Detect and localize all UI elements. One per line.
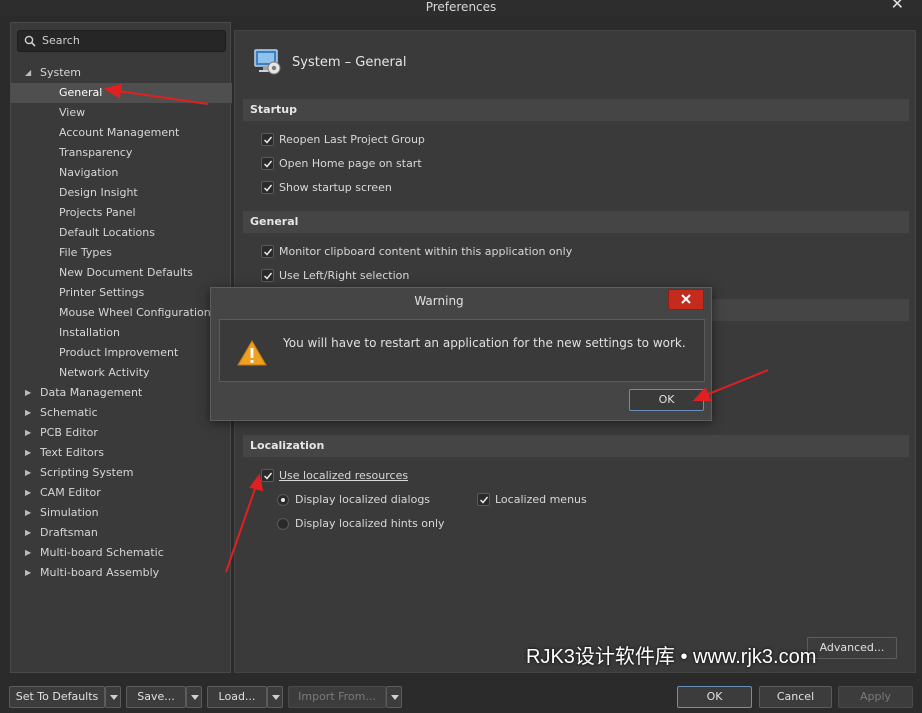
tree-item-system[interactable]: ◢ System bbox=[11, 63, 232, 83]
caret-right-icon: ▶ bbox=[25, 388, 32, 397]
import-from-dropdown[interactable] bbox=[386, 686, 402, 708]
save-dropdown[interactable] bbox=[186, 686, 202, 708]
save-button[interactable]: Save... bbox=[126, 686, 186, 708]
set-to-defaults-button[interactable]: Set To Defaults bbox=[9, 686, 105, 708]
cancel-button[interactable]: Cancel bbox=[759, 686, 832, 708]
set-to-defaults-dropdown[interactable] bbox=[105, 686, 121, 708]
caret-right-icon: ▶ bbox=[25, 448, 32, 457]
window-title: Preferences bbox=[425, 0, 497, 14]
load-dropdown[interactable] bbox=[267, 686, 283, 708]
tree-item-data-management[interactable]: ▶ Data Management bbox=[11, 383, 232, 403]
tree-item-product-improvement[interactable]: Product Improvement bbox=[11, 343, 232, 363]
search-icon bbox=[24, 35, 36, 47]
tree-item-transparency[interactable]: Transparency bbox=[11, 143, 232, 163]
watermark-text: RJK3设计软件库 • www.rjk3.com bbox=[526, 646, 817, 668]
tree-item-simulation[interactable]: ▶ Simulation bbox=[11, 503, 232, 523]
tree-item-text-editors[interactable]: ▶ Text Editors bbox=[11, 443, 232, 463]
checkmark-icon bbox=[479, 496, 489, 504]
caret-down-icon: ◢ bbox=[25, 68, 32, 77]
tree-item-file-types[interactable]: File Types bbox=[11, 243, 232, 263]
tree-item-printer-settings[interactable]: Printer Settings bbox=[11, 283, 232, 303]
radio-indicator bbox=[277, 518, 289, 530]
tree-item-pcb-editor[interactable]: ▶ PCB Editor bbox=[11, 423, 232, 443]
tree-item-design-insight[interactable]: Design Insight bbox=[11, 183, 232, 203]
tree-item-view[interactable]: View bbox=[11, 103, 232, 123]
tree-item-multi-board-assembly[interactable]: ▶ Multi-board Assembly bbox=[11, 563, 232, 583]
tree-item-new-document-defaults[interactable]: New Document Defaults bbox=[11, 263, 232, 283]
checkmark-icon bbox=[263, 136, 273, 144]
caret-right-icon: ▶ bbox=[25, 528, 32, 537]
tree-item-mouse-wheel-configuration[interactable]: Mouse Wheel Configuration bbox=[11, 303, 232, 323]
tree-item-draftsman[interactable]: ▶ Draftsman bbox=[11, 523, 232, 543]
caret-right-icon: ▶ bbox=[25, 428, 32, 437]
tree-item-installation[interactable]: Installation bbox=[11, 323, 232, 343]
advanced-button[interactable]: Advanced... bbox=[807, 637, 897, 659]
section-general: General bbox=[243, 211, 909, 233]
caret-right-icon: ▶ bbox=[25, 568, 32, 577]
tree-item-projects-panel[interactable]: Projects Panel bbox=[11, 203, 232, 223]
dialog-message: You will have to restart an application … bbox=[283, 336, 686, 350]
caret-right-icon: ▶ bbox=[25, 488, 32, 497]
preferences-tree-panel: Search ◢ System General View Account Mana… bbox=[10, 22, 232, 673]
tree-item-default-locations[interactable]: Default Locations bbox=[11, 223, 232, 243]
checkmark-icon bbox=[263, 160, 273, 168]
warning-dialog: Warning You will have to restart an appl… bbox=[210, 287, 712, 421]
caret-right-icon: ▶ bbox=[25, 468, 32, 477]
tree-item-schematic[interactable]: ▶ Schematic bbox=[11, 403, 232, 423]
window-close-icon[interactable]: ✕ bbox=[891, 0, 904, 12]
warning-icon bbox=[237, 340, 267, 366]
page-title: System – General bbox=[292, 55, 407, 70]
apply-button[interactable]: Apply bbox=[838, 686, 913, 708]
radio-indicator bbox=[277, 494, 289, 506]
section-localization: Localization bbox=[243, 435, 909, 457]
tree-item-navigation[interactable]: Navigation bbox=[11, 163, 232, 183]
checkmark-icon bbox=[263, 472, 273, 480]
system-monitor-icon bbox=[254, 49, 281, 75]
caret-right-icon: ▶ bbox=[25, 508, 32, 517]
import-from-button[interactable]: Import From... bbox=[288, 686, 386, 708]
tree-item-general[interactable]: General bbox=[11, 83, 232, 103]
caret-right-icon: ▶ bbox=[25, 548, 32, 557]
search-placeholder: Search bbox=[42, 34, 80, 47]
load-button[interactable]: Load... bbox=[207, 686, 267, 708]
tree-item-multi-board-schematic[interactable]: ▶ Multi-board Schematic bbox=[11, 543, 232, 563]
dialog-close-button[interactable] bbox=[668, 289, 704, 310]
tree-item-scripting-system[interactable]: ▶ Scripting System bbox=[11, 463, 232, 483]
tree-item-network-activity[interactable]: Network Activity bbox=[11, 363, 232, 383]
tree-item-cam-editor[interactable]: ▶ CAM Editor bbox=[11, 483, 232, 503]
dialog-body: You will have to restart an application … bbox=[219, 319, 705, 382]
search-input[interactable]: Search bbox=[17, 30, 226, 52]
caret-right-icon: ▶ bbox=[25, 408, 32, 417]
dialog-title: Warning bbox=[414, 294, 464, 308]
tree-item-account-management[interactable]: Account Management bbox=[11, 123, 232, 143]
checkmark-icon bbox=[263, 248, 273, 256]
preferences-tree: ◢ System General View Account Management … bbox=[11, 63, 232, 583]
dialog-ok-button[interactable]: OK bbox=[629, 389, 704, 411]
ok-button[interactable]: OK bbox=[677, 686, 752, 708]
close-icon bbox=[681, 294, 691, 304]
window-titlebar: Preferences ✕ bbox=[0, 0, 922, 16]
section-startup: Startup bbox=[243, 99, 909, 121]
checkmark-icon bbox=[263, 184, 273, 192]
checkmark-icon bbox=[263, 272, 273, 280]
